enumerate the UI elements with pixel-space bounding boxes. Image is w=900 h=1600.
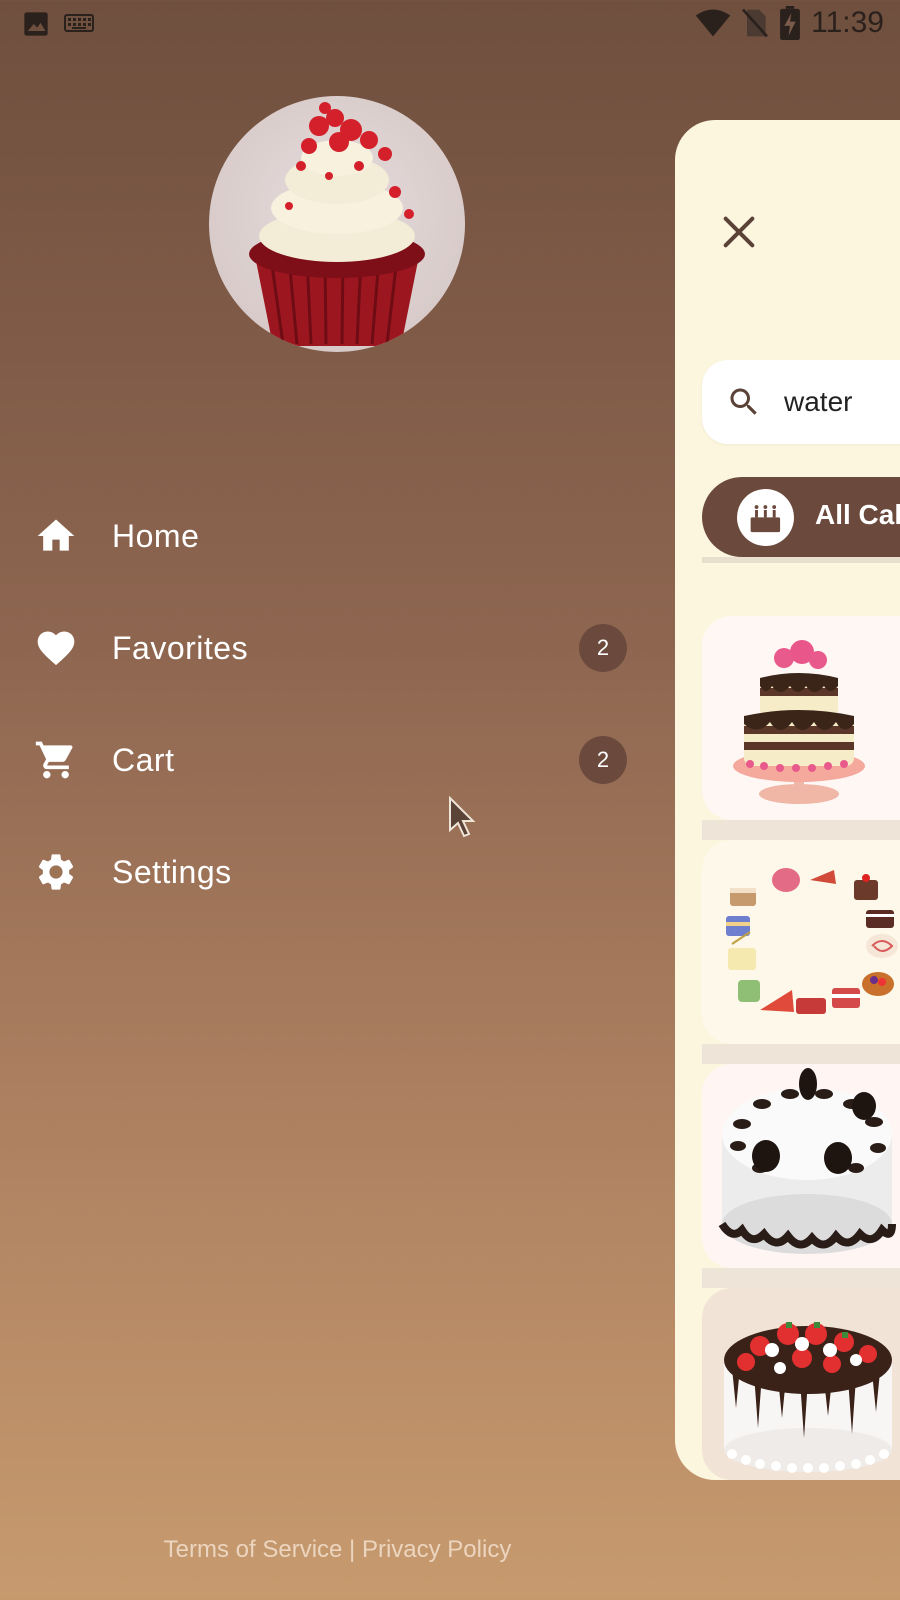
- menu-item-home[interactable]: Home: [0, 496, 660, 576]
- favorites-count-badge: 2: [579, 624, 627, 672]
- cake-icon: [750, 505, 781, 533]
- status-right: 11:39: [695, 6, 884, 40]
- menu-item-cart[interactable]: Cart 2: [0, 720, 660, 800]
- card-divider: [702, 1044, 900, 1064]
- cupcake-avatar: [209, 96, 465, 352]
- drawer-footer: Terms of Service | Privacy Policy: [0, 1536, 675, 1564]
- category-chip-all-cakes[interactable]: All Cakes: [702, 477, 900, 557]
- oreo-cake-image: [718, 1068, 896, 1254]
- heart-icon: [37, 631, 75, 666]
- home-icon: [37, 519, 75, 551]
- keyboard-icon: [64, 14, 94, 32]
- main-content-panel[interactable]: All Cakes: [675, 120, 900, 1480]
- product-card[interactable]: [702, 1064, 900, 1268]
- menu-item-settings[interactable]: Settings: [0, 832, 660, 912]
- search-bar[interactable]: [702, 360, 900, 444]
- menu-item-favorites[interactable]: Favorites 2: [0, 608, 660, 688]
- image-icon: [24, 12, 48, 36]
- terms-of-service-link[interactable]: Terms of Service: [164, 1536, 343, 1563]
- mouse-cursor-icon: [449, 796, 476, 838]
- wifi-icon: [695, 9, 731, 37]
- tiered-chocolate-cake-image: [733, 640, 865, 804]
- menu-label-home: Home: [112, 517, 200, 554]
- menu-label-cart: Cart: [112, 741, 175, 778]
- strawberry-chocolate-cake-image: [724, 1322, 892, 1473]
- product-card[interactable]: [702, 1288, 900, 1480]
- search-icon: [730, 388, 757, 415]
- status-time: 11:39: [811, 6, 884, 39]
- status-bar: 11:39: [0, 0, 900, 48]
- chip-divider: [702, 557, 900, 563]
- card-divider: [702, 1268, 900, 1288]
- card-divider: [702, 820, 900, 840]
- gear-icon: [38, 854, 74, 890]
- battery-charging-icon: [780, 6, 801, 40]
- menu-label-settings: Settings: [112, 853, 232, 890]
- cake-icon-wrap: [737, 489, 794, 546]
- close-icon[interactable]: [719, 212, 759, 252]
- menu-label-favorites: Favorites: [112, 629, 249, 666]
- cupcake-image: [249, 102, 425, 346]
- product-card[interactable]: [702, 840, 900, 1044]
- footer-separator: |: [349, 1536, 356, 1563]
- status-left: [22, 10, 94, 38]
- privacy-policy-link[interactable]: Privacy Policy: [362, 1536, 511, 1563]
- category-chip-label: All Cakes: [815, 499, 900, 530]
- no-sim-icon: [742, 8, 769, 38]
- cart-count-badge: 2: [579, 736, 627, 784]
- product-card[interactable]: [702, 616, 900, 820]
- pastry-wreath-image: [726, 868, 898, 1014]
- cart-icon: [35, 741, 73, 779]
- search-input[interactable]: [784, 384, 900, 420]
